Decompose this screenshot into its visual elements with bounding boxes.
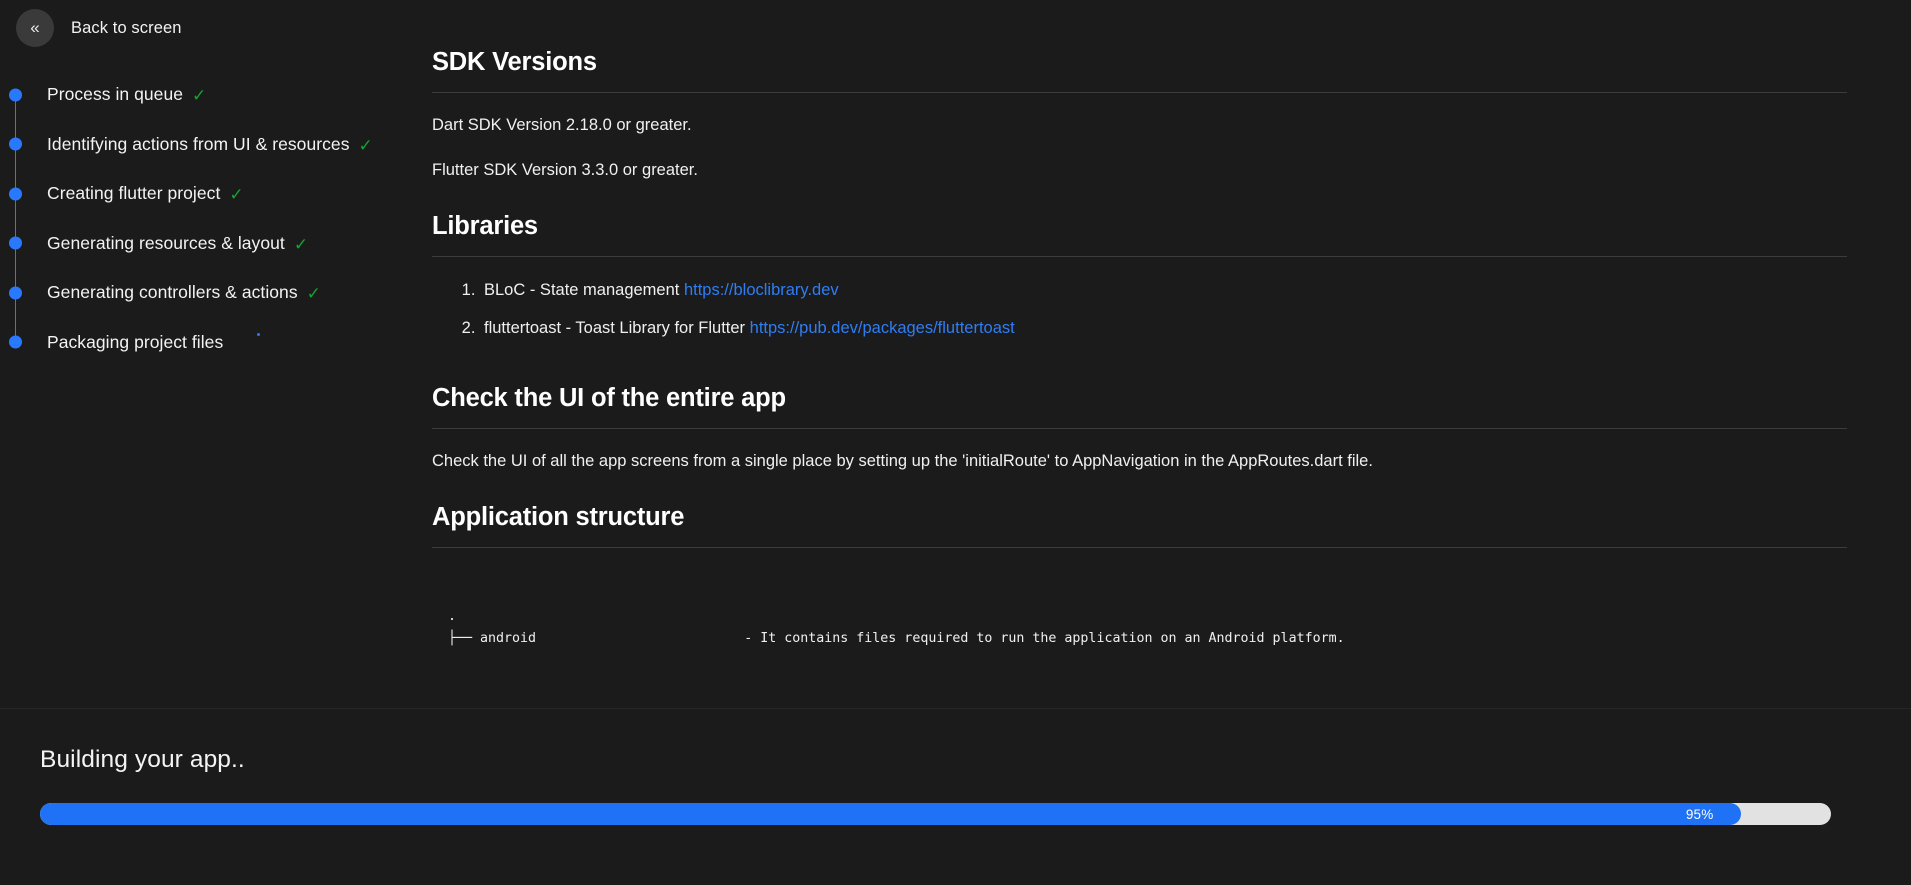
step-dot [9,335,22,349]
step-item: Packaging project files [0,317,420,368]
step-item: Generating resources & layout ✓ [0,218,420,268]
build-status-bar: Building your app.. 95% [0,708,1911,885]
section-heading-sdk-versions: SDK Versions [432,48,597,76]
back-button-label: Back to screen [71,18,182,37]
step-dot [9,236,22,250]
step-dot [9,286,22,300]
divider [432,255,1847,257]
library-list: BLoC - State management https://bloclibr… [432,278,1847,342]
check-icon: ✓ [306,284,321,304]
library-link-bloc[interactable]: https://bloclibrary.dev [684,281,839,299]
step-rail [9,317,22,368]
step-rail [9,119,22,169]
flutter-sdk-version-text: Flutter SDK Version 3.3.0 or greater. [432,160,698,179]
list-item: fluttertoast - Toast Library for Flutter… [480,316,1847,341]
check-icon: ✓ [358,135,373,155]
divider [432,428,1847,429]
step-label: Packaging project files [47,331,224,352]
section-heading-application-structure: Application structure [432,502,685,531]
build-status-title: Building your app.. [40,746,245,773]
check-icon: ✓ [229,185,244,205]
section-heading-libraries: Libraries [432,211,538,240]
library-link-fluttertoast[interactable]: https://pub.dev/packages/fluttertoast [750,319,1015,337]
step-label: Generating resources & layout [47,232,285,253]
progress-step-list: Process in queue ✓ Identifying actions f… [0,70,420,367]
library-name-bloc: BLoC - State management [484,280,684,299]
step-label: Generating controllers & actions [47,282,298,303]
check-ui-body-text: Check the UI of all the app screens from… [432,452,1373,470]
divider [432,546,1847,548]
documentation-panel: SDK Versions Dart SDK Version 2.18.0 or … [432,48,1847,650]
library-name-fluttertoast: fluttertoast - Toast Library for Flutter [484,319,750,338]
application-structure-tree: . ├── android - It contains files requir… [448,608,1345,646]
step-label: Process in queue [47,84,184,105]
step-dot [9,187,22,201]
check-icon: ✓ [192,86,207,106]
step-label: Creating flutter project [47,183,221,204]
step-label: Identifying actions from UI & resources [47,133,350,154]
check-icon: ✓ [293,234,309,254]
step-rail [9,218,22,268]
step-dot [9,137,22,151]
loading-indicator-icon [257,332,261,336]
double-chevron-left-icon: « [30,18,40,37]
dart-sdk-version-text: Dart SDK Version 2.18.0 or greater. [432,116,692,134]
progress-bar-fill: 95% [40,803,1742,825]
progress-percent-label: 95% [1685,806,1714,822]
step-item: Creating flutter project ✓ [0,169,420,219]
step-item: Generating controllers & actions ✓ [0,268,420,318]
section-heading-check-ui: Check the UI of the entire app [432,384,786,412]
list-item: BLoC - State management https://bloclibr… [480,278,1847,303]
step-rail [9,268,22,318]
progress-bar-track: 95% [40,803,1831,825]
back-button[interactable]: « [16,9,54,47]
step-dot [9,88,22,102]
step-rail [9,169,22,219]
step-rail [9,70,22,120]
step-item: Process in queue ✓ [0,70,420,120]
divider [432,92,1847,93]
step-item: Identifying actions from UI & resources … [0,119,420,169]
